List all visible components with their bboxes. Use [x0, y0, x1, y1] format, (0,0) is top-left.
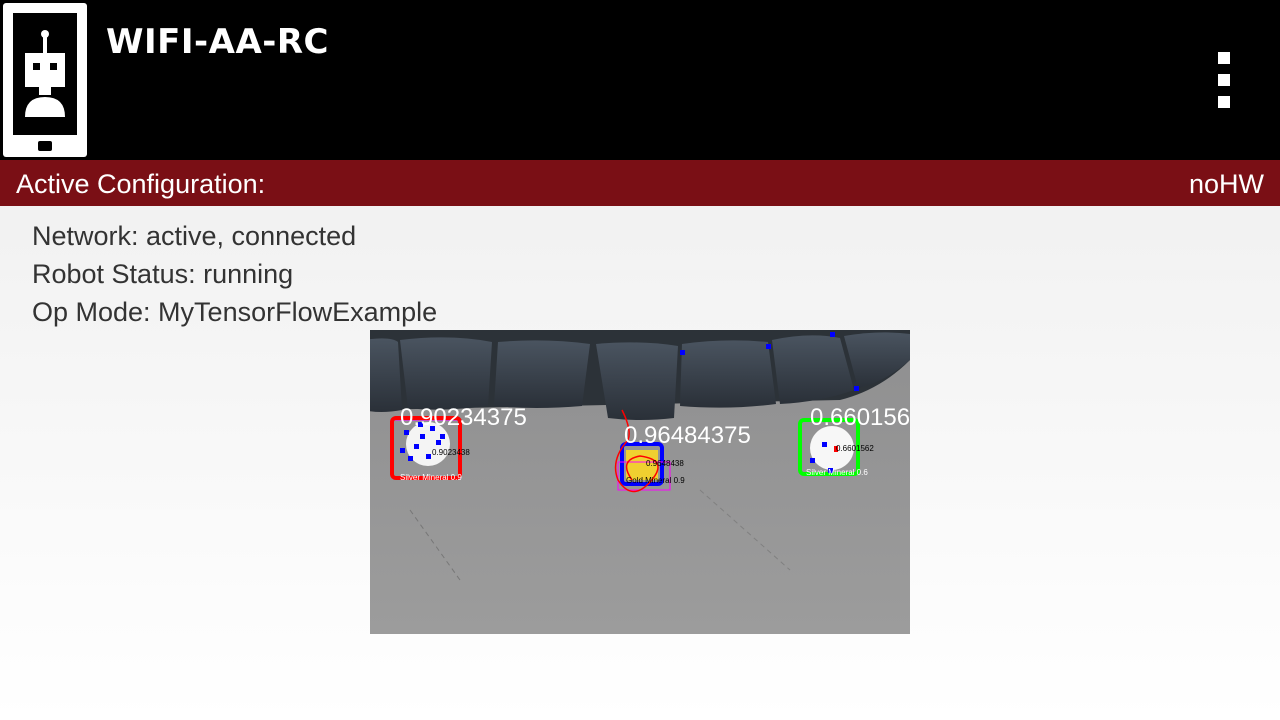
detection-sublabel: 0.6601562 — [836, 444, 874, 453]
detection-confidence: 0.660156 — [810, 404, 910, 431]
camera-preview: 0.90234375 0.9023438 Silver Mineral 0.9 … — [370, 330, 910, 634]
app-title: WIFI-AA-RC — [106, 22, 330, 62]
detection-label: Silver Mineral 0.9 — [400, 473, 462, 482]
detection-confidence: 0.96484375 — [624, 422, 751, 449]
detection-sublabel: 0.9648438 — [646, 459, 684, 468]
app-bar: WIFI-AA-RC — [0, 0, 1280, 160]
robot-status: Robot Status: running — [32, 259, 294, 289]
detection-confidence: 0.90234375 — [400, 404, 527, 431]
config-label: Active Configuration: — [16, 169, 266, 199]
detection-sublabel: 0.9023438 — [432, 448, 470, 457]
config-value: noHW — [1188, 169, 1264, 199]
detection-label: Silver Mineral 0.6 — [806, 468, 868, 477]
network-status: Network: active, connected — [32, 221, 357, 251]
detection-label: Gold Mineral 0.9 — [626, 476, 685, 485]
active-configuration-bar: Active Configuration: noHW — [0, 160, 1280, 206]
overflow-menu-icon[interactable] — [1212, 48, 1236, 112]
opmode-status: Op Mode: MyTensorFlowExample — [32, 297, 438, 327]
robot-phone-icon — [3, 3, 87, 157]
